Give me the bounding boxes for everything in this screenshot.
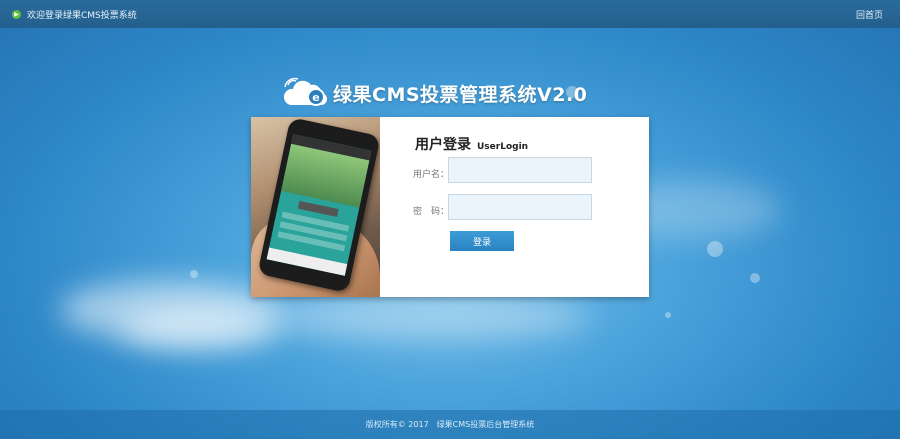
login-panel: 用户登录 UserLogin 用户名： 密 码： 登录: [251, 117, 649, 297]
username-label: 用户名：: [413, 170, 450, 180]
brand-header: e 绿果CMS投票管理系统V2.0: [283, 76, 587, 110]
copyright-text: 版权所有© 2017 绿果CMS投票后台管理系统: [365, 420, 535, 429]
login-button[interactable]: 登录: [450, 231, 514, 251]
play-icon: ▶: [12, 10, 21, 19]
username-input[interactable]: [448, 157, 592, 183]
bokeh-5: [190, 270, 198, 278]
bokeh-3: [665, 312, 671, 318]
svg-text:e: e: [312, 91, 319, 104]
cloud-left-2: [120, 310, 280, 350]
welcome-text: 欢迎登录绿果CMS投票系统: [27, 11, 137, 21]
welcome-message: ▶ 欢迎登录绿果CMS投票系统: [12, 8, 137, 21]
bokeh-2: [750, 273, 760, 283]
footer: 版权所有© 2017 绿果CMS投票后台管理系统: [0, 410, 900, 439]
password-label: 密 码：: [413, 207, 450, 217]
login-title: 用户登录 UserLogin: [415, 134, 528, 154]
bokeh-1: [707, 241, 723, 257]
brand-title: 绿果CMS投票管理系统V2.0: [333, 83, 588, 106]
home-link[interactable]: 回首页: [856, 8, 883, 21]
login-title-en: UserLogin: [477, 142, 529, 152]
login-title-cn: 用户登录: [415, 137, 471, 153]
cloud-center: [260, 295, 590, 340]
phone-photo: [251, 117, 380, 297]
top-bar: ▶ 欢迎登录绿果CMS投票系统 回首页: [0, 0, 900, 28]
password-input[interactable]: [448, 194, 592, 220]
cloud-logo-icon: e: [283, 77, 329, 109]
